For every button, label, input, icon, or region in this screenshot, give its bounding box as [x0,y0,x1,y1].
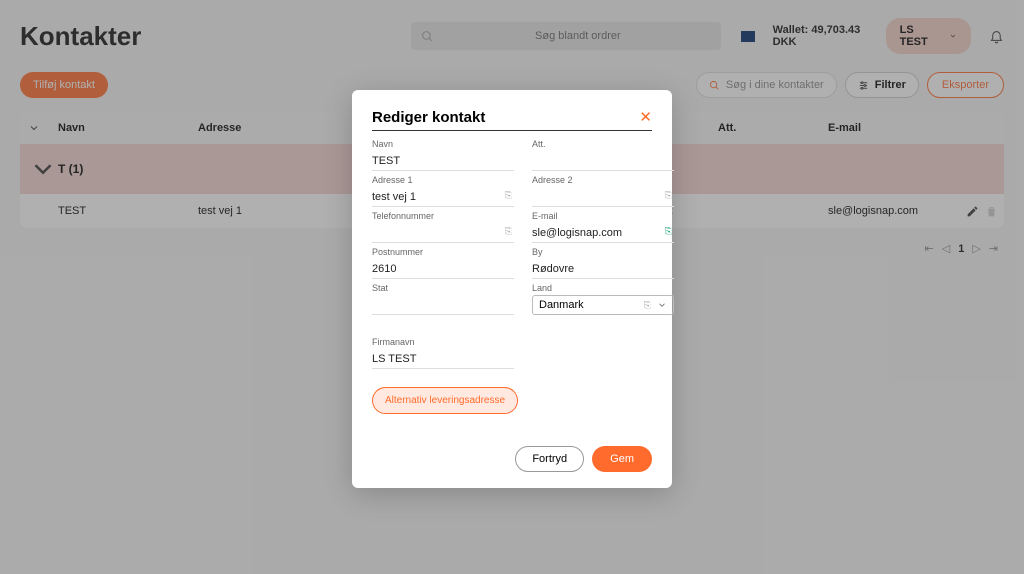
label-adresse1: Adresse 1 [372,175,514,185]
email-field[interactable] [532,224,674,243]
label-att: Att. [532,139,674,149]
by-field[interactable] [532,260,674,279]
cancel-button[interactable]: Fortryd [515,446,584,472]
modal-overlay: Rediger kontakt ✕ Navn Att. Adresse 1 ⎘ … [0,0,1024,574]
modal-title: Rediger kontakt [372,109,485,126]
land-value: Danmark [539,299,584,311]
navn-field[interactable] [372,152,514,171]
label-postnr: Postnummer [372,247,514,257]
chevron-down-icon [657,300,667,310]
edit-field-icon[interactable]: ⎘ [665,226,672,237]
adresse2-field[interactable] [532,188,674,207]
stat-field[interactable] [372,296,514,315]
edit-contact-modal: Rediger kontakt ✕ Navn Att. Adresse 1 ⎘ … [352,90,672,488]
alt-delivery-button[interactable]: Alternativ leveringsadresse [372,387,518,414]
save-button[interactable]: Gem [592,446,652,472]
firma-field[interactable] [372,350,514,369]
att-field[interactable] [532,152,674,171]
close-icon[interactable]: ✕ [639,108,652,126]
label-navn: Navn [372,139,514,149]
label-email: E-mail [532,211,674,221]
postnr-field[interactable] [372,260,514,279]
edit-field-icon: ⎘ [644,300,651,311]
telefon-field[interactable] [372,224,514,243]
label-telefon: Telefonnummer [372,211,514,221]
land-select[interactable]: Danmark ⎘ [532,295,674,315]
edit-field-icon[interactable]: ⎘ [665,190,672,201]
edit-field-icon[interactable]: ⎘ [505,190,512,201]
label-land: Land [532,283,674,293]
edit-field-icon[interactable]: ⎘ [505,226,512,237]
label-by: By [532,247,674,257]
label-stat: Stat [372,283,514,293]
adresse1-field[interactable] [372,188,514,207]
label-adresse2: Adresse 2 [532,175,674,185]
label-firma: Firmanavn [372,337,514,347]
